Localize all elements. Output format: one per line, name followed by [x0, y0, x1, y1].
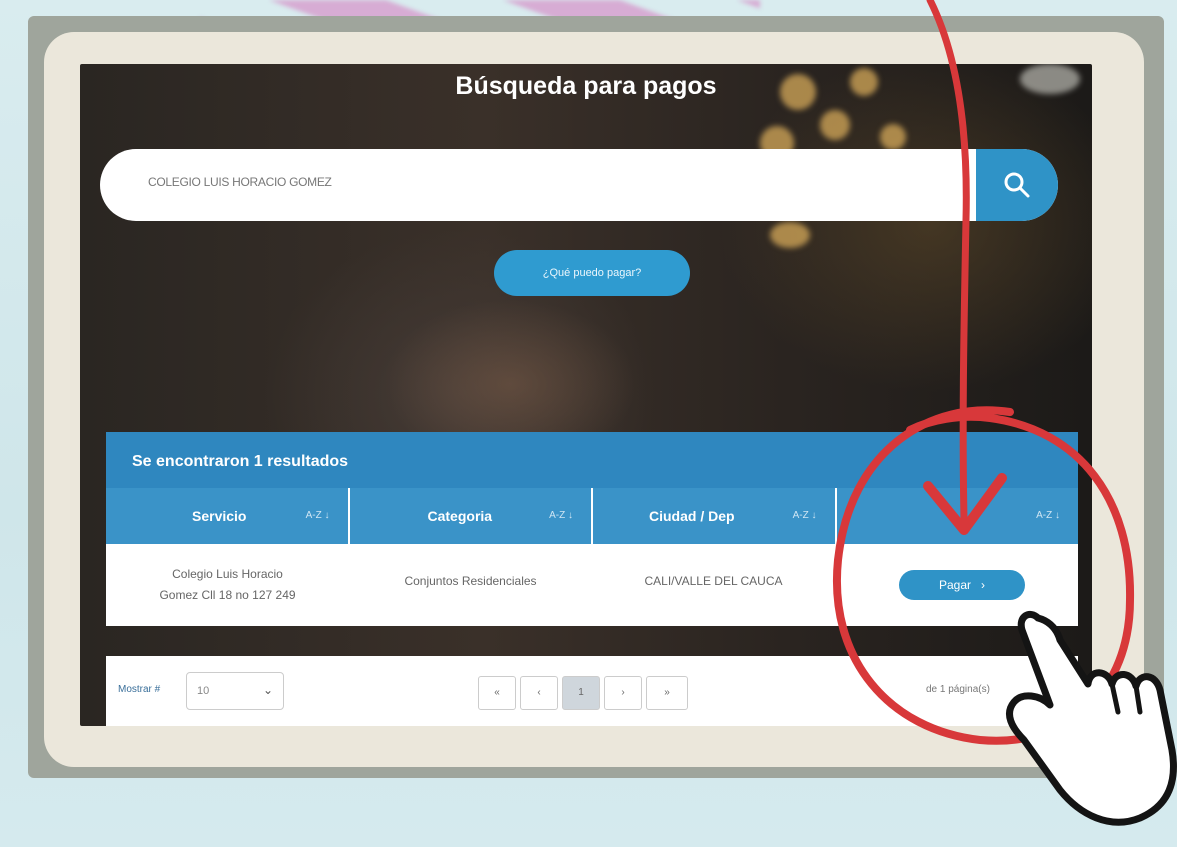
- prev-page-button[interactable]: ‹: [520, 676, 558, 710]
- last-page-button[interactable]: »: [646, 676, 688, 710]
- search-input-value: COLEGIO LUIS HORACIO GOMEZ: [148, 175, 332, 189]
- servicio-line-1: Colegio Luis Horacio: [172, 567, 283, 581]
- what-can-i-pay-button[interactable]: ¿Qué puedo pagar?: [494, 250, 690, 296]
- current-page-button[interactable]: 1: [562, 676, 600, 710]
- column-header-ciudad[interactable]: Ciudad / Dep A-Z ↓: [593, 488, 837, 544]
- chevron-right-icon: ›: [974, 578, 986, 592]
- screen: Búsqueda para pagos COLEGIO LUIS HORACIO…: [80, 64, 1092, 726]
- categoria-text: Conjuntos Residenciales: [404, 574, 537, 588]
- next-page-button[interactable]: ›: [604, 676, 642, 710]
- column-label: Categoria: [427, 508, 493, 524]
- chevron-down-icon: ⌄: [262, 683, 273, 697]
- results-table: Se encontraron 1 resultados Servicio A-Z…: [106, 432, 1078, 626]
- page-title: Búsqueda para pagos: [455, 72, 717, 100]
- page-size-select[interactable]: 10 ⌄: [186, 672, 284, 710]
- table-row: Colegio Luis Horacio Gomez Cll 18 no 127…: [106, 544, 1078, 626]
- page-count-info: de 1 página(s): [926, 684, 990, 695]
- cell-action: Pagar ›: [835, 544, 1078, 626]
- search-icon: [1004, 172, 1030, 198]
- sort-az-icon[interactable]: A-Z ↓: [306, 510, 330, 521]
- search-button[interactable]: [976, 149, 1058, 221]
- table-header-row: Servicio A-Z ↓ Categoria A-Z ↓ Ciudad / …: [106, 488, 1078, 544]
- page-size-label: Mostrar #: [118, 684, 161, 695]
- cell-servicio: Colegio Luis Horacio Gomez Cll 18 no 127…: [106, 544, 349, 626]
- column-label: Ciudad / Dep: [649, 508, 735, 524]
- column-header-action[interactable]: A-Z ↓: [837, 488, 1079, 544]
- first-page-button[interactable]: «: [478, 676, 516, 710]
- ciudad-text: CALI/VALLE DEL CAUCA: [644, 574, 783, 588]
- column-header-servicio[interactable]: Servicio A-Z ↓: [106, 488, 350, 544]
- cell-ciudad: CALI/VALLE DEL CAUCA: [592, 544, 835, 626]
- page-size-value: 10: [197, 685, 210, 697]
- bokeh-light: [820, 110, 850, 140]
- bokeh-light: [770, 222, 810, 248]
- pagination-bar: Mostrar # 10 ⌄ « ‹ 1 › » de 1 página(s): [106, 656, 1078, 726]
- pay-button-label: Pagar: [938, 578, 971, 592]
- results-count-header: Se encontraron 1 resultados: [106, 432, 1078, 488]
- bokeh-light: [880, 124, 906, 150]
- pay-button[interactable]: Pagar ›: [899, 570, 1025, 600]
- servicio-line-2: Gomez Cll 18 no 127 249: [159, 588, 296, 602]
- column-header-categoria[interactable]: Categoria A-Z ↓: [350, 488, 593, 544]
- search-input[interactable]: COLEGIO LUIS HORACIO GOMEZ: [100, 149, 1058, 221]
- sort-az-icon[interactable]: A-Z ↓: [793, 510, 817, 521]
- cell-categoria: Conjuntos Residenciales: [349, 544, 592, 626]
- sort-az-icon[interactable]: A-Z ↓: [549, 510, 573, 521]
- column-label: Servicio: [192, 508, 247, 524]
- sort-az-icon[interactable]: A-Z ↓: [1036, 510, 1060, 521]
- servicio-text: Colegio Luis Horacio Gomez Cll 18 no 127…: [106, 564, 349, 606]
